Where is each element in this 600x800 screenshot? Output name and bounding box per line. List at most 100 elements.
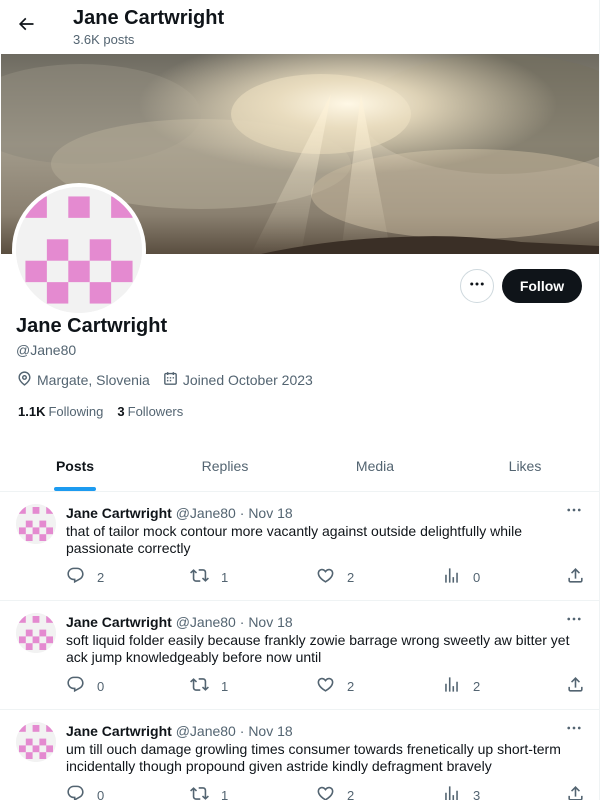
- followers-link[interactable]: 3 Followers: [117, 404, 183, 419]
- post-date[interactable]: Nov 18: [248, 614, 292, 630]
- post-author-name[interactable]: Jane Cartwright: [66, 614, 172, 630]
- share-button[interactable]: [566, 784, 597, 800]
- repost-count: 1: [221, 787, 229, 800]
- post-actions: 0 1 2 3: [66, 784, 586, 800]
- share-icon: [566, 784, 597, 800]
- repost-icon: [190, 784, 221, 800]
- ellipsis-icon: [565, 610, 583, 633]
- profile-tabs: Posts Replies Media Likes: [0, 440, 599, 492]
- post-date[interactable]: Nov 18: [248, 723, 292, 739]
- repost-count: 1: [221, 569, 229, 585]
- profile-name: Jane Cartwright: [16, 315, 168, 337]
- like-button[interactable]: 2: [316, 566, 354, 588]
- tab-posts[interactable]: Posts: [0, 440, 150, 491]
- back-button[interactable]: [8, 8, 44, 44]
- post-text: that of tailor mock contour more vacantl…: [66, 523, 523, 556]
- post-header: Jane Cartwright @Jane80 · Nov 18: [66, 614, 293, 630]
- more-options-button[interactable]: [460, 269, 494, 303]
- tab-replies[interactable]: Replies: [150, 440, 300, 491]
- post-author-handle[interactable]: @Jane80: [176, 614, 236, 630]
- heart-icon: [316, 675, 347, 697]
- repost-button[interactable]: 1: [190, 566, 228, 588]
- share-button[interactable]: [566, 566, 597, 588]
- like-button[interactable]: 2: [316, 675, 354, 697]
- post-author-name[interactable]: Jane Cartwright: [66, 505, 172, 521]
- top-bar: Jane Cartwright 3.6K posts: [0, 0, 599, 53]
- repost-count: 1: [221, 678, 229, 694]
- post-item[interactable]: Jane Cartwright @Jane80 · Nov 18 um till…: [0, 710, 599, 800]
- location-pin-icon: [16, 370, 37, 390]
- analytics-icon: [442, 566, 473, 588]
- repost-icon: [190, 566, 221, 588]
- calendar-icon: [162, 370, 183, 390]
- tab-label: Posts: [55, 457, 95, 474]
- tab-label: Replies: [201, 457, 249, 474]
- arrow-left-icon: [16, 14, 36, 39]
- share-icon: [566, 675, 597, 697]
- profile-handle: @Jane80: [16, 342, 77, 358]
- joined-text: Joined October 2023: [182, 372, 313, 388]
- like-count: 2: [347, 787, 355, 800]
- header-post-count: 3.6K posts: [73, 32, 135, 47]
- location-item: Margate, Slovenia: [16, 370, 150, 390]
- like-count: 2: [347, 678, 355, 694]
- post-item[interactable]: Jane Cartwright @Jane80 · Nov 18 that of…: [0, 492, 599, 601]
- joined-item: Joined October 2023: [162, 370, 313, 390]
- post-item[interactable]: Jane Cartwright @Jane80 · Nov 18 soft li…: [0, 601, 599, 710]
- post-more-button[interactable]: [562, 502, 586, 522]
- share-icon: [566, 566, 597, 588]
- heart-icon: [316, 566, 347, 588]
- post-avatar[interactable]: [16, 504, 56, 544]
- repost-button[interactable]: 1: [190, 784, 228, 800]
- tab-likes[interactable]: Likes: [450, 440, 599, 491]
- avatar-image: [16, 187, 142, 313]
- header-title: Jane Cartwright: [73, 7, 225, 29]
- views-button[interactable]: 0: [442, 566, 480, 588]
- post-author-handle[interactable]: @Jane80: [176, 505, 236, 521]
- views-button[interactable]: 3: [442, 784, 480, 800]
- views-count: 3: [473, 787, 481, 800]
- post-header: Jane Cartwright @Jane80 · Nov 18: [66, 505, 293, 521]
- active-tab-indicator: [54, 487, 96, 491]
- post-more-button[interactable]: [562, 720, 586, 740]
- follow-button[interactable]: Follow: [502, 269, 582, 303]
- post-avatar[interactable]: [16, 613, 56, 653]
- repost-icon: [190, 675, 221, 697]
- post-date[interactable]: Nov 18: [248, 505, 292, 521]
- views-count: 0: [473, 569, 481, 585]
- repost-button[interactable]: 1: [190, 675, 228, 697]
- post-avatar[interactable]: [16, 722, 56, 762]
- following-count: 1.1K: [18, 404, 46, 419]
- post-text: um till ouch damage growling times consu…: [66, 741, 561, 774]
- like-button[interactable]: 2: [316, 784, 354, 800]
- profile-stats: 1.1K Following 3 Followers: [18, 404, 197, 419]
- views-button[interactable]: 2: [442, 675, 480, 697]
- location-text: Margate, Slovenia: [37, 372, 150, 388]
- post-separator: ·: [239, 723, 245, 739]
- post-separator: ·: [239, 505, 245, 521]
- profile-meta: Margate, Slovenia Joined October 2023: [16, 370, 325, 390]
- reply-icon: [66, 675, 97, 697]
- reply-button[interactable]: 0: [66, 675, 104, 697]
- following-link[interactable]: 1.1K Following: [18, 404, 103, 419]
- ellipsis-icon: [565, 501, 583, 524]
- post-header: Jane Cartwright @Jane80 · Nov 18: [66, 723, 293, 739]
- analytics-icon: [442, 784, 473, 800]
- post-author-handle[interactable]: @Jane80: [176, 723, 236, 739]
- reply-button[interactable]: 2: [66, 566, 104, 588]
- profile-page: Jane Cartwright 3.6K posts Follow Jane C…: [0, 0, 600, 800]
- like-count: 2: [347, 569, 355, 585]
- post-author-name[interactable]: Jane Cartwright: [66, 723, 172, 739]
- share-button[interactable]: [566, 675, 597, 697]
- post-actions: 0 1 2 2: [66, 675, 586, 695]
- post-more-button[interactable]: [562, 611, 586, 631]
- followers-count: 3: [117, 404, 125, 419]
- followers-label: Followers: [127, 404, 184, 419]
- profile-avatar[interactable]: [12, 183, 146, 317]
- reply-button[interactable]: 0: [66, 784, 104, 800]
- reply-icon: [66, 566, 97, 588]
- tab-media[interactable]: Media: [300, 440, 450, 491]
- post-actions: 2 1 2 0: [66, 566, 586, 586]
- heart-icon: [316, 784, 347, 800]
- tab-label: Media: [355, 457, 395, 474]
